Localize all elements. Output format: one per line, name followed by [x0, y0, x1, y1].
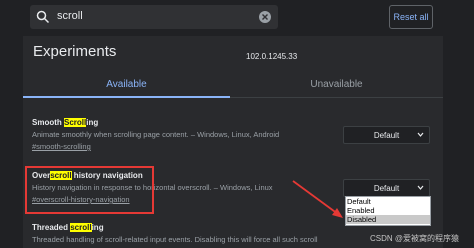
experiment-description: Threaded handling of scroll-related inpu…	[32, 235, 318, 244]
tab-unavailable[interactable]: Unavailable	[230, 72, 443, 98]
smooth-scrolling-select[interactable]: Default	[343, 126, 430, 144]
clear-search-icon[interactable]	[258, 10, 272, 24]
value-dropdown-list[interactable]: Default Enabled Disabled	[345, 196, 431, 226]
reset-all-button[interactable]: Reset all	[389, 5, 433, 29]
search-match-highlight: Scroll	[64, 118, 87, 127]
watermark: CSDN @爱被窝的程序猿	[370, 234, 460, 243]
top-bar: scroll Reset all	[0, 0, 474, 36]
experiment-link[interactable]: #smooth-scrolling	[32, 142, 332, 151]
search-icon	[36, 10, 50, 24]
experiment-description: Animate smoothly when scrolling page con…	[32, 130, 280, 139]
annotation-highlight-box	[25, 166, 154, 214]
search-match-highlight: scroll	[70, 223, 92, 232]
overscroll-history-select[interactable]: Default	[343, 179, 430, 197]
experiment-name: Smooth Scrolling	[32, 118, 99, 127]
tab-available[interactable]: Available	[23, 72, 230, 98]
version-label: 102.0.1245.33	[246, 52, 298, 61]
dropdown-option[interactable]: Enabled	[346, 206, 430, 215]
experiment-name: Threaded scrolling	[32, 223, 104, 232]
tab-bar: Available Unavailable	[23, 72, 443, 98]
chevron-down-icon	[417, 185, 424, 190]
search-input[interactable]: scroll	[57, 10, 83, 22]
experiment-smooth-scrolling: Smooth Scrolling Animate smoothly when s…	[32, 118, 332, 151]
page-title: Experiments	[33, 43, 117, 60]
dropdown-option-selected[interactable]: Disabled	[346, 215, 430, 224]
chevron-down-icon	[417, 132, 424, 137]
search-box[interactable]: scroll	[30, 5, 278, 29]
dropdown-option[interactable]: Default	[346, 197, 430, 206]
experiment-threaded-scrolling: Threaded scrolling Threaded handling of …	[32, 223, 332, 244]
